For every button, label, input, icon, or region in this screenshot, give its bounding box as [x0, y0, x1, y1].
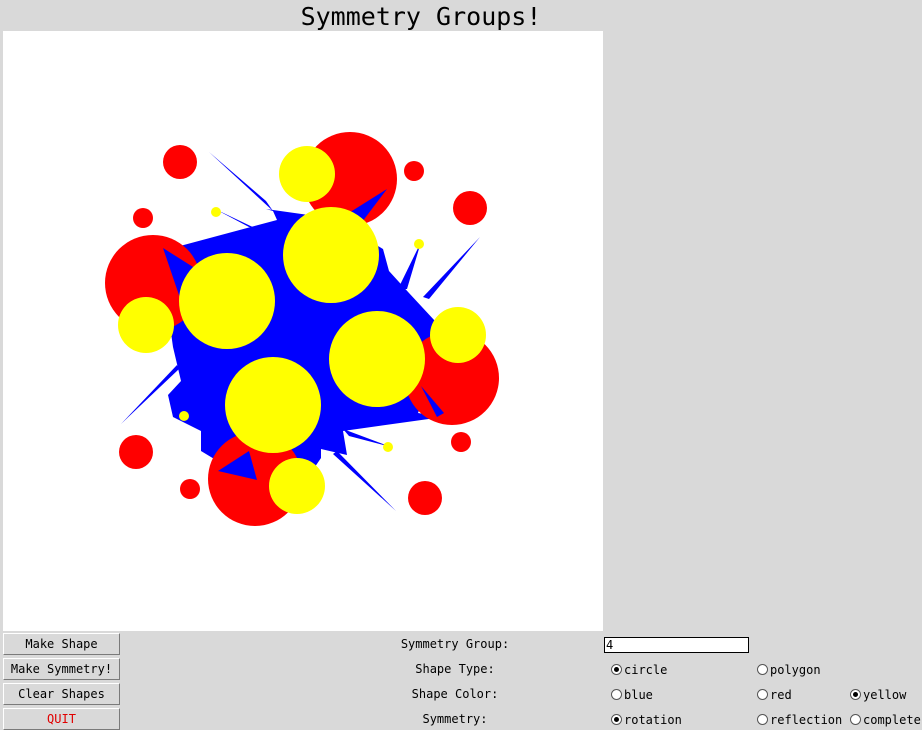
- symmetry-rotation-radio[interactable]: rotation: [611, 712, 682, 728]
- yellow-circle-medium: [269, 458, 325, 514]
- yellow-circle-tiny: [179, 411, 189, 421]
- clear-shapes-button[interactable]: Clear Shapes: [3, 683, 120, 705]
- radio-indicator: [850, 689, 861, 700]
- symmetry-label: Symmetry:: [422, 712, 488, 726]
- radio-indicator: [611, 689, 622, 700]
- symmetry-group-label: Symmetry Group:: [400, 637, 510, 651]
- shape-color-label: Shape Color:: [411, 687, 499, 701]
- symmetry-artwork: [105, 132, 499, 526]
- symmetry-reflection-radio[interactable]: reflection: [757, 712, 842, 728]
- radio-label: reflection: [770, 713, 843, 727]
- radio-indicator: [611, 714, 622, 725]
- red-circle-small: [404, 161, 424, 181]
- red-circle-small: [451, 432, 471, 452]
- yellow-circle-tiny: [211, 207, 221, 217]
- yellow-circle-medium: [430, 307, 486, 363]
- radio-label: red: [770, 688, 792, 702]
- yellow-circle-large: [329, 311, 425, 407]
- radio-label: complete: [863, 713, 921, 727]
- radio-indicator: [757, 664, 768, 675]
- radio-label: blue: [624, 688, 653, 702]
- radio-indicator: [611, 664, 622, 675]
- yellow-circle-medium: [279, 146, 335, 202]
- red-circle-small: [119, 435, 153, 469]
- shape-color-red-radio[interactable]: red: [757, 687, 792, 703]
- yellow-circle-tiny: [414, 239, 424, 249]
- yellow-circle-large: [179, 253, 275, 349]
- radio-label: circle: [624, 663, 668, 677]
- app-title: Symmetry Groups!: [300, 2, 542, 31]
- make-shape-button[interactable]: Make Shape: [3, 633, 120, 655]
- red-circle-small: [180, 479, 200, 499]
- radio-label: rotation: [624, 713, 682, 727]
- red-circle-small: [453, 191, 487, 225]
- radio-label: yellow: [863, 688, 907, 702]
- make-symmetry-button[interactable]: Make Symmetry!: [3, 658, 120, 680]
- radio-indicator: [757, 714, 768, 725]
- shape-color-yellow-radio[interactable]: yellow: [850, 687, 906, 703]
- shape-type-polygon-radio[interactable]: polygon: [757, 662, 821, 678]
- yellow-circle-tiny: [383, 442, 393, 452]
- yellow-circle-medium: [118, 297, 174, 353]
- red-circle-small: [408, 481, 442, 515]
- red-circle-small: [163, 145, 197, 179]
- red-circle-small: [133, 208, 153, 228]
- shape-type-label: Shape Type:: [415, 662, 495, 676]
- shape-type-circle-radio[interactable]: circle: [611, 662, 667, 678]
- symmetry-group-input[interactable]: 4: [604, 637, 749, 653]
- yellow-circle-large: [225, 357, 321, 453]
- drawing-canvas[interactable]: [3, 31, 603, 631]
- yellow-circle-large: [283, 207, 379, 303]
- radio-indicator: [757, 689, 768, 700]
- radio-label: polygon: [770, 663, 821, 677]
- shape-color-blue-radio[interactable]: blue: [611, 687, 653, 703]
- symmetry-complete-radio[interactable]: complete: [850, 712, 921, 728]
- radio-indicator: [850, 714, 861, 725]
